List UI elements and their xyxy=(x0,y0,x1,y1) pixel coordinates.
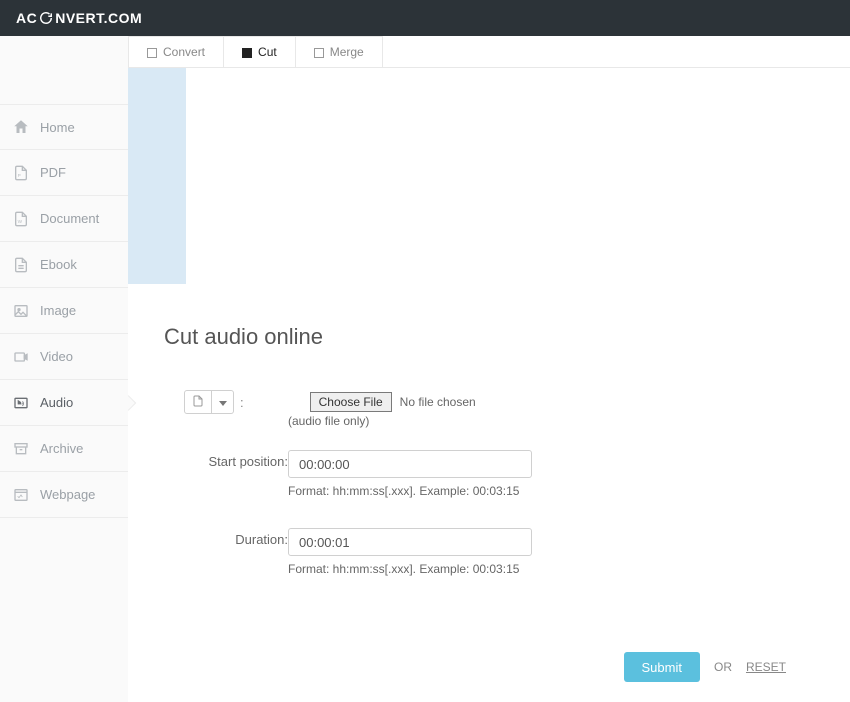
sidebar-item-label: Audio xyxy=(40,395,73,410)
local-file-button[interactable] xyxy=(184,390,212,414)
tab-label: Merge xyxy=(330,45,364,59)
archive-icon xyxy=(12,440,30,458)
file-icon xyxy=(192,394,204,411)
sidebar-item-archive[interactable]: Archive xyxy=(0,426,128,472)
submit-button[interactable]: Submit xyxy=(624,652,700,682)
sidebar-item-ebook[interactable]: Ebook xyxy=(0,242,128,288)
brand-right: NVERT.COM xyxy=(55,10,142,26)
start-position-hint: Format: hh:mm:ss[.xxx]. Example: 00:03:1… xyxy=(288,484,814,498)
square-filled-icon xyxy=(242,47,252,57)
tab-cut[interactable]: Cut xyxy=(223,36,296,67)
brand-logo[interactable]: AC NVERT.COM xyxy=(16,10,142,26)
sidebar-item-video[interactable]: Video xyxy=(0,334,128,380)
brand-left: AC xyxy=(16,10,37,26)
svg-text:W: W xyxy=(18,219,23,224)
sidebar-item-label: Archive xyxy=(40,441,83,456)
start-position-input[interactable] xyxy=(288,450,532,478)
home-icon xyxy=(12,118,30,136)
file-status-text: No file chosen xyxy=(400,395,476,409)
tabs-bar: Convert Cut Merge xyxy=(128,36,850,68)
or-text: OR xyxy=(714,660,732,674)
document-icon: W xyxy=(12,210,30,228)
duration-input[interactable] xyxy=(288,528,532,556)
file-source-dropdown[interactable] xyxy=(212,390,234,414)
tab-convert[interactable]: Convert xyxy=(128,36,224,67)
reset-link[interactable]: RESET xyxy=(746,660,786,674)
sidebar: Home P PDF W Document Ebook Image Video … xyxy=(0,36,128,702)
ad-placeholder xyxy=(128,68,186,284)
sidebar-item-label: Webpage xyxy=(40,487,95,502)
start-position-label: Start position: xyxy=(164,450,288,498)
sidebar-item-label: Ebook xyxy=(40,257,77,272)
sidebar-item-label: PDF xyxy=(40,165,66,180)
audio-only-hint: (audio file only) xyxy=(288,414,814,428)
sidebar-item-label: Home xyxy=(40,120,75,135)
tab-label: Convert xyxy=(163,45,205,59)
tab-label: Cut xyxy=(258,45,277,59)
square-icon xyxy=(314,47,324,57)
sidebar-item-label: Video xyxy=(40,349,73,364)
pdf-icon: P xyxy=(12,164,30,182)
app-header: AC NVERT.COM xyxy=(0,0,850,36)
audio-icon xyxy=(12,394,30,412)
sidebar-item-pdf[interactable]: P PDF xyxy=(0,150,128,196)
tab-merge[interactable]: Merge xyxy=(295,36,383,67)
refresh-icon xyxy=(39,11,53,25)
main-area: Convert Cut Merge Cut audio online xyxy=(128,36,850,702)
sidebar-item-label: Image xyxy=(40,303,76,318)
duration-hint: Format: hh:mm:ss[.xxx]. Example: 00:03:1… xyxy=(288,562,814,576)
square-icon xyxy=(147,47,157,57)
separator: : xyxy=(240,395,244,410)
sidebar-item-audio[interactable]: Audio xyxy=(0,380,128,426)
ebook-icon xyxy=(12,256,30,274)
sidebar-item-image[interactable]: Image xyxy=(0,288,128,334)
chevron-down-icon xyxy=(219,395,227,410)
sidebar-item-webpage[interactable]: Webpage xyxy=(0,472,128,518)
choose-file-button[interactable]: Choose File xyxy=(310,392,392,412)
sidebar-item-document[interactable]: W Document xyxy=(0,196,128,242)
sidebar-item-home[interactable]: Home xyxy=(0,104,128,150)
image-icon xyxy=(12,302,30,320)
choose-file-label: Choose File xyxy=(319,395,383,409)
sidebar-item-label: Document xyxy=(40,211,99,226)
duration-label: Duration: xyxy=(164,528,288,576)
video-icon xyxy=(12,348,30,366)
page-title: Cut audio online xyxy=(164,324,814,350)
svg-text:P: P xyxy=(18,173,21,178)
webpage-icon xyxy=(12,486,30,504)
